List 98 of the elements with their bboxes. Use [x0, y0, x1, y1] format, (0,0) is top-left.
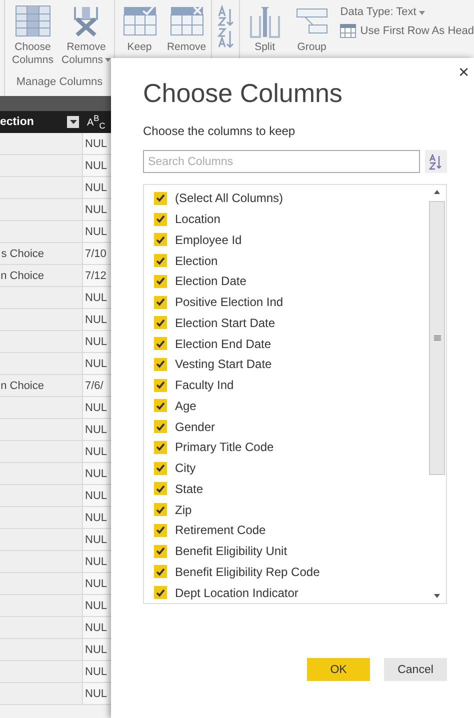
column-header[interactable]: ection — [0, 116, 34, 128]
checkbox[interactable] — [154, 296, 167, 309]
table-cell: 7/10 — [85, 248, 106, 260]
table-x-icon — [170, 5, 204, 37]
checkbox[interactable] — [154, 482, 167, 496]
table-cell: NUL — [85, 446, 108, 458]
column-option[interactable]: Location — [175, 212, 220, 226]
table-cell: 7/6/ — [85, 380, 104, 392]
table-cell: n Choice — [0, 380, 44, 392]
checkbox[interactable] — [154, 358, 167, 371]
sort-icon — [216, 5, 235, 49]
cancel-button[interactable]: Cancel — [384, 658, 447, 681]
table-check-icon — [122, 5, 156, 37]
table-cell: NUL — [85, 336, 108, 348]
checkbox[interactable] — [154, 378, 167, 392]
table-cell: NUL — [85, 644, 108, 656]
checkbox[interactable] — [154, 212, 167, 226]
ribbon-button[interactable]: Remove Columns — [60, 0, 112, 67]
column-option[interactable]: Dept Location Indicator — [175, 586, 298, 600]
ribbon-button[interactable]: Split — [242, 0, 288, 54]
checkbox[interactable] — [154, 233, 167, 246]
table-cell: NUL — [85, 490, 108, 502]
table-cell: NUL — [85, 534, 108, 546]
column-option[interactable]: Age — [175, 398, 196, 413]
table-cell: NUL — [85, 358, 108, 370]
column-option[interactable]: Zip — [175, 502, 192, 517]
checkbox[interactable] — [154, 462, 167, 475]
table-cell: 7/12 — [85, 270, 106, 282]
table-cell: NUL — [85, 226, 108, 238]
table-cell: NUL — [85, 666, 108, 678]
ribbon-button[interactable]: Keep — [117, 0, 162, 54]
column-option[interactable]: (Select All Columns) — [175, 191, 284, 206]
ok-button[interactable]: OK — [307, 658, 370, 681]
table-cell: NUL — [85, 424, 108, 436]
table-cell: NUL — [85, 688, 108, 700]
column-option[interactable]: State — [175, 482, 204, 496]
column-option[interactable]: Retirement Code — [175, 523, 266, 538]
first-row-header-button[interactable]: Use First Row As Head — [360, 25, 474, 37]
search-field[interactable]: Search Columns — [143, 150, 420, 173]
checkbox[interactable] — [154, 420, 167, 434]
table-header-icon — [340, 24, 356, 38]
column-option[interactable]: Election — [175, 254, 218, 268]
checkbox[interactable] — [154, 399, 167, 412]
table-cell: NUL — [85, 314, 108, 326]
ribbon-button[interactable]: Remove — [164, 0, 209, 54]
caret-icon — [70, 120, 76, 124]
table-cell: NUL — [85, 292, 108, 304]
data-type-dropdown[interactable]: Data Type: Text — [340, 6, 474, 18]
caret-icon — [419, 11, 426, 15]
checkbox[interactable] — [154, 565, 167, 578]
grip-icon — [434, 335, 440, 341]
checkbox[interactable] — [154, 254, 167, 268]
sort-button[interactable] — [425, 150, 447, 173]
table-cell: NUL — [85, 182, 108, 194]
checkbox[interactable] — [154, 503, 167, 516]
column-option[interactable]: Election Start Date — [175, 316, 276, 330]
table-cell: NUL — [85, 138, 108, 150]
table-cell: NUL — [85, 556, 108, 568]
table-cell: NUL — [85, 578, 108, 590]
checkbox[interactable] — [154, 337, 167, 350]
ribbon-button[interactable]: Choose Columns — [7, 0, 58, 67]
table-cell: NUL — [85, 512, 108, 524]
table-cell: NUL — [85, 600, 108, 612]
column-option[interactable]: Primary Title Code — [175, 440, 274, 454]
checkbox[interactable] — [154, 192, 167, 205]
column-option[interactable]: Faculty Ind — [175, 378, 234, 392]
checkbox[interactable] — [154, 586, 167, 600]
table-cell: NUL — [85, 622, 108, 634]
dialog-subtitle: Choose the columns to keep — [143, 124, 296, 138]
checkbox[interactable] — [154, 274, 167, 288]
table-cell: NUL — [85, 204, 108, 216]
checkbox[interactable] — [154, 316, 167, 330]
table-icon — [14, 5, 51, 37]
split-column-icon — [248, 4, 282, 38]
group-icon — [294, 6, 329, 36]
table-cell: NUL — [85, 160, 108, 172]
column-option[interactable]: Positive Election Ind — [175, 295, 284, 310]
table-cell: s Choice — [1, 248, 44, 260]
column-option[interactable]: Benefit Eligibility Unit — [175, 544, 288, 558]
checkbox[interactable] — [154, 440, 167, 454]
table-cell: NUL — [85, 468, 108, 480]
table-cell: NUL — [85, 402, 108, 414]
dialog-title: Choose Columns — [143, 78, 344, 109]
column-option[interactable]: City — [175, 461, 196, 476]
column-option[interactable]: Election End Date — [175, 336, 272, 351]
column-option[interactable]: Election Date — [175, 274, 246, 288]
ribbon-button[interactable]: Group — [289, 0, 334, 54]
column-option[interactable]: Vesting Start Date — [175, 357, 272, 372]
checkbox[interactable] — [154, 524, 167, 537]
close-icon[interactable]: × — [458, 63, 469, 81]
column-option[interactable]: Benefit Eligibility Rep Code — [175, 564, 320, 579]
checkbox[interactable] — [154, 544, 167, 558]
column-option[interactable]: Employee Id — [175, 232, 242, 247]
scrollbar-thumb[interactable] — [429, 201, 445, 475]
filter-button[interactable] — [67, 116, 79, 128]
column-option[interactable]: Gender — [175, 420, 216, 434]
group-label: Manage Columns — [15, 76, 104, 90]
table-cell: n Choice — [0, 270, 44, 282]
